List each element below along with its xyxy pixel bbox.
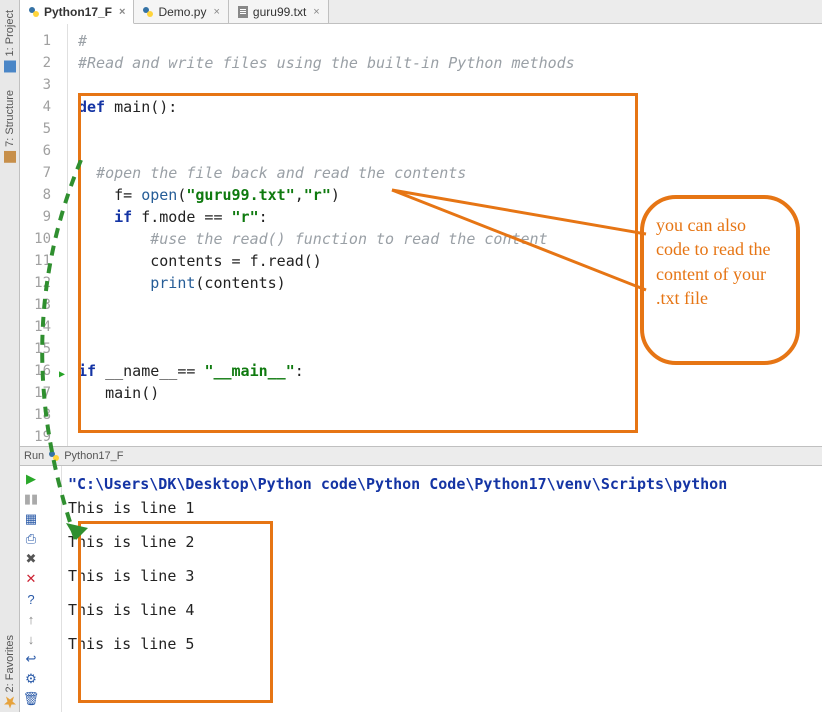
run-output-line <box>68 620 816 634</box>
editor-tab[interactable]: Python17_F × <box>20 0 134 24</box>
python-icon <box>142 6 154 18</box>
close-tab-icon[interactable]: × <box>213 6 219 18</box>
soft-wrap-button[interactable]: ↩ <box>22 650 40 668</box>
annotation-dashed-arrow <box>26 160 126 580</box>
close-tab-icon[interactable]: × <box>119 6 125 18</box>
run-output-line: This is line 1 <box>68 498 816 518</box>
text-file-icon <box>237 6 249 18</box>
run-output-line: This is line 4 <box>68 600 816 620</box>
scroll-down-button[interactable]: ↓ <box>22 630 40 648</box>
run-output-line: This is line 5 <box>68 634 816 654</box>
tab-label: guru99.txt <box>253 5 306 19</box>
run-toolwindow-body: ▶ ▮▮ ▦ ⎙ ✖ ✕ ? ↑ ↓ ↩ ⚙ 🗑 "C:\Users\DK\De… <box>20 466 822 712</box>
scroll-up-button[interactable]: ↑ <box>22 610 40 628</box>
run-toolwindow-header[interactable]: Run Python17_F <box>20 446 822 466</box>
python-icon <box>28 6 40 18</box>
annotation-callout: you can also code to read the content of… <box>640 195 800 365</box>
run-output-line <box>68 586 816 600</box>
run-output-line: This is line 2 <box>68 532 816 552</box>
help-button[interactable]: ? <box>22 590 40 608</box>
trash-button[interactable]: 🗑 <box>22 690 40 708</box>
run-output-line <box>68 552 816 566</box>
run-output-console[interactable]: "C:\Users\DK\Desktop\Python code\Python … <box>62 466 822 712</box>
settings-button[interactable]: ⚙ <box>22 670 40 688</box>
close-tab-icon[interactable]: × <box>313 6 319 18</box>
editor-tab-bar: Python17_F × Demo.py × guru99.txt × <box>20 0 822 24</box>
editor-tab[interactable]: guru99.txt × <box>229 0 329 23</box>
editor-tab[interactable]: Demo.py × <box>134 0 228 23</box>
left-tool-rail: 1: Project 7: Structure 2: Favorites <box>0 0 20 712</box>
run-output-path: "C:\Users\DK\Desktop\Python code\Python … <box>68 470 816 498</box>
tab-label: Demo.py <box>158 5 206 19</box>
sidebar-structure-toolwindow[interactable]: 7: Structure <box>4 86 16 167</box>
sidebar-favorites-toolwindow[interactable]: 2: Favorites <box>4 631 16 712</box>
run-output-line <box>68 518 816 532</box>
tab-label: Python17_F <box>44 5 112 19</box>
sidebar-project-toolwindow[interactable]: 1: Project <box>4 6 16 76</box>
run-output-line: This is line 3 <box>68 566 816 586</box>
